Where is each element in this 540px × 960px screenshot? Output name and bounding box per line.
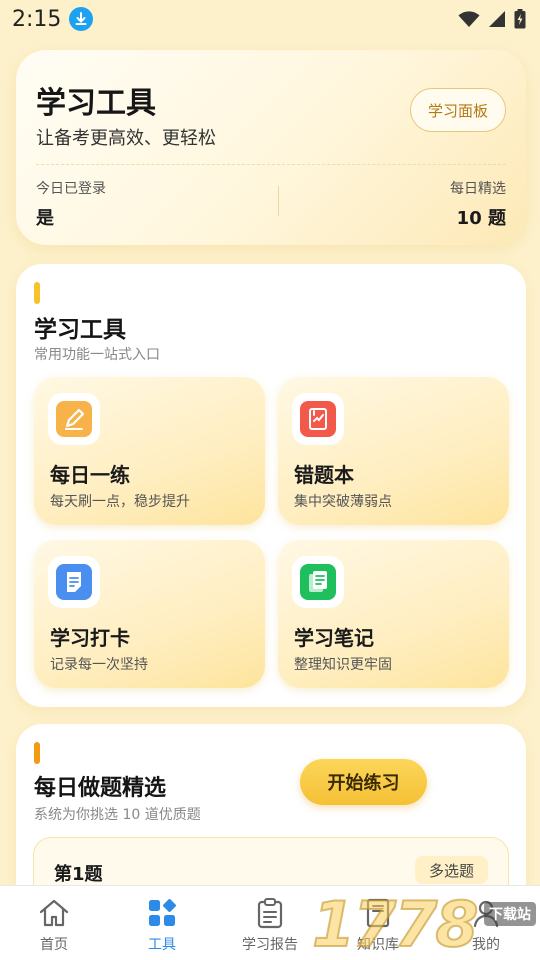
daily-section-subtitle: 系统为你挑选 10 道优质题 <box>34 807 201 823</box>
tools-grid-icon <box>145 896 179 930</box>
nav-label: 学习报告 <box>242 937 298 953</box>
wrong-book-icon <box>300 401 336 437</box>
daily-section-title: 每日做题精选 <box>34 776 167 801</box>
nav-label: 我的 <box>472 937 500 953</box>
profile-icon <box>469 896 503 930</box>
nav-label: 工具 <box>148 937 176 953</box>
wifi-icon <box>458 11 480 27</box>
question-number: 第1题 <box>54 864 103 885</box>
cell-signal-icon <box>489 11 505 27</box>
daily-pick-label: 每日精选 <box>450 181 506 197</box>
nav-item-profile[interactable]: 我的 <box>432 886 540 960</box>
status-bar: 2:15 <box>0 0 540 38</box>
tile-desc: 集中突破薄弱点 <box>294 494 392 510</box>
nav-label: 首页 <box>40 937 68 953</box>
tile-icon-container <box>48 556 100 608</box>
tool-tile-wrong-book[interactable]: 错题本 集中突破薄弱点 <box>278 377 509 525</box>
battery-icon <box>514 9 526 29</box>
nav-label: 知识库 <box>357 937 399 953</box>
tile-icon-container <box>48 393 100 445</box>
home-icon <box>37 896 71 930</box>
header-divider <box>36 164 506 165</box>
page-subtitle: 让备考更高效、更轻松 <box>36 128 216 149</box>
question-type-badge: 多选题 <box>414 856 488 884</box>
tile-title: 学习打卡 <box>50 626 130 650</box>
start-practice-button[interactable]: 开始练习 <box>300 759 427 805</box>
nav-item-knowledge-base[interactable]: 知识库 <box>324 886 432 960</box>
study-panel-button[interactable]: 学习面板 <box>410 88 506 132</box>
tools-card: 学习工具 常用功能一站式入口 每日一练 每天刷一点，稳步提升 错题本 集中突破薄… <box>16 264 526 707</box>
tile-desc: 记录每一次坚持 <box>50 657 148 673</box>
nav-item-tools[interactable]: 工具 <box>108 886 216 960</box>
tile-desc: 整理知识更牢固 <box>294 657 392 673</box>
stats-divider <box>278 186 279 216</box>
login-status-label: 今日已登录 <box>36 181 106 197</box>
tile-desc: 每天刷一点，稳步提升 <box>50 494 190 510</box>
tile-icon-container <box>292 556 344 608</box>
section-accent-bar <box>34 742 40 764</box>
knowledge-book-icon <box>361 896 395 930</box>
daily-pick-value: 10 题 <box>456 208 506 229</box>
tools-section-subtitle: 常用功能一站式入口 <box>34 347 160 363</box>
section-accent-bar <box>34 282 40 304</box>
bottom-nav: 首页 工具 学习报告 知识库 我的 <box>0 885 540 960</box>
tool-tile-study-notes[interactable]: 学习笔记 整理知识更牢固 <box>278 540 509 688</box>
status-time: 2:15 <box>12 6 62 32</box>
notes-icon <box>300 564 336 600</box>
tile-title: 每日一练 <box>50 463 130 487</box>
nav-item-home[interactable]: 首页 <box>0 886 108 960</box>
tile-icon-container <box>292 393 344 445</box>
page-title: 学习工具 <box>36 86 156 121</box>
checkin-doc-icon <box>56 564 92 600</box>
login-status-value: 是 <box>36 208 54 229</box>
tools-section-title: 学习工具 <box>34 317 126 343</box>
download-notification-icon <box>69 7 94 31</box>
tool-tile-daily-practice[interactable]: 每日一练 每天刷一点，稳步提升 <box>34 377 265 525</box>
tile-title: 错题本 <box>294 463 354 487</box>
report-clipboard-icon <box>253 896 287 930</box>
tool-tile-study-checkin[interactable]: 学习打卡 记录每一次坚持 <box>34 540 265 688</box>
header-card: 学习工具 让备考更高效、更轻松 学习面板 今日已登录 是 每日精选 10 题 <box>16 50 526 245</box>
pencil-icon <box>56 401 92 437</box>
nav-item-study-report[interactable]: 学习报告 <box>216 886 324 960</box>
status-icons <box>458 9 526 29</box>
tile-title: 学习笔记 <box>294 626 374 650</box>
